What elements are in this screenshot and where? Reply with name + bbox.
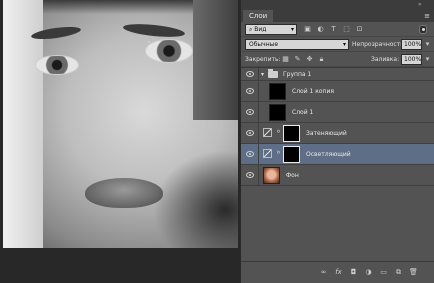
- type-filter-icon[interactable]: T: [329, 25, 338, 34]
- image-filter-icon[interactable]: ▣: [303, 25, 312, 34]
- opacity-value: 100%: [404, 41, 422, 48]
- blend-mode-value: Обычные: [249, 41, 279, 48]
- layer-row[interactable]: Фон: [241, 165, 434, 186]
- lock-image-icon[interactable]: ✎: [293, 55, 302, 64]
- layer-row[interactable]: ᴽ Затеняющий: [241, 123, 434, 144]
- blend-row: Обычные ▾ Непрозрачность: 100% ▾: [241, 37, 434, 52]
- filter-row: ⌕ Вид ▾ ▣ ◐ T ⬚ ⊡: [241, 22, 434, 37]
- layers-list: ▾ Группа 1 Слой 1 копия Слой 1 ᴽ Затеняю…: [241, 67, 434, 261]
- visibility-eye-icon[interactable]: [246, 109, 254, 115]
- lock-label: Закрепить:: [245, 56, 281, 63]
- column-divider: [258, 123, 259, 143]
- filter-kind-select[interactable]: ⌕ Вид ▾: [245, 24, 297, 35]
- layer-mask-thumbnail[interactable]: [283, 146, 300, 163]
- curves-adjustment-icon: [263, 128, 272, 137]
- column-divider: [258, 81, 259, 101]
- opacity-input[interactable]: 100%: [401, 39, 422, 50]
- folder-icon[interactable]: ▭: [379, 268, 388, 277]
- link-icon[interactable]: ∞: [319, 268, 328, 277]
- adjustment-filter-icon[interactable]: ◐: [316, 25, 325, 34]
- panel-titlebar[interactable]: »: [241, 0, 434, 10]
- fill-label: Заливка:: [371, 56, 400, 63]
- visibility-eye-icon[interactable]: [246, 88, 254, 94]
- lock-row: Закрепить: ▦ ✎ ✥ 🔒︎ Заливка: 100% ▾: [241, 52, 434, 67]
- layer-name: Фон: [286, 172, 299, 179]
- chevron-down-icon[interactable]: ▾: [261, 68, 264, 81]
- visibility-eye-icon[interactable]: [246, 151, 254, 157]
- opacity-dropdown-icon[interactable]: ▾: [423, 40, 432, 49]
- mask-icon[interactable]: ◘: [349, 268, 358, 277]
- layer-name: Слой 1: [292, 109, 314, 116]
- lock-transparent-icon[interactable]: ▦: [281, 55, 290, 64]
- visibility-eye-icon[interactable]: [246, 130, 254, 136]
- column-divider: [258, 102, 259, 122]
- fx-button[interactable]: fx: [334, 268, 343, 277]
- tab-layers[interactable]: Слои: [243, 10, 274, 22]
- panel-menu-icon[interactable]: ≡: [424, 12, 430, 20]
- layers-panel: » Слои ≡ ⌕ Вид ▾ ▣ ◐ T ⬚ ⊡ Обычные ▾ Неп…: [240, 0, 434, 283]
- column-divider: [258, 165, 259, 185]
- opacity-label: Непрозрачность:: [352, 41, 406, 48]
- layer-row-selected[interactable]: ᴽ Осветляющий: [241, 144, 434, 165]
- image-shadow: [153, 150, 238, 248]
- layer-thumbnail: [263, 167, 280, 184]
- layer-row[interactable]: Слой 1 копия: [241, 81, 434, 102]
- layer-name: Слой 1 копия: [292, 88, 334, 95]
- chevron-down-icon: ▾: [342, 41, 346, 48]
- visibility-eye-icon[interactable]: [246, 71, 254, 77]
- chain-link-icon[interactable]: ᴽ: [277, 128, 281, 138]
- filter-toggle[interactable]: [419, 25, 427, 34]
- fill-input[interactable]: 100%: [401, 54, 422, 65]
- folder-icon: [268, 69, 278, 78]
- canvas-area[interactable]: [0, 0, 240, 283]
- new-layer-icon[interactable]: ⧉: [394, 268, 403, 277]
- lock-position-icon[interactable]: ✥: [305, 55, 314, 64]
- layer-thumbnail: [269, 83, 286, 100]
- collapse-icon[interactable]: »: [418, 2, 430, 8]
- fill-value: 100%: [404, 56, 422, 63]
- smart-object-filter-icon[interactable]: ⊡: [355, 25, 364, 34]
- blend-mode-select[interactable]: Обычные ▾: [245, 39, 349, 50]
- chain-link-icon[interactable]: ᴽ: [277, 149, 281, 159]
- layer-name: Группа 1: [283, 71, 312, 78]
- layer-name: Затеняющий: [306, 130, 347, 137]
- layer-row[interactable]: Слой 1: [241, 102, 434, 123]
- document-image[interactable]: [3, 0, 238, 248]
- image-hair: [43, 0, 203, 14]
- column-divider: [258, 68, 259, 80]
- chevron-down-icon: ▾: [290, 26, 294, 33]
- lock-all-icon[interactable]: 🔒︎: [317, 55, 326, 64]
- right-eyebrow: [122, 21, 186, 40]
- column-divider: [258, 144, 259, 164]
- panel-tabbar: Слои ≡: [241, 10, 434, 22]
- filter-kind-value: Вид: [254, 26, 267, 33]
- layer-mask-thumbnail[interactable]: [283, 125, 300, 142]
- shape-filter-icon[interactable]: ⬚: [342, 25, 351, 34]
- layers-bottom-toolbar: ∞ fx ◘ ◑ ▭ ⧉ 🗑︎: [241, 261, 434, 283]
- adjustment-icon[interactable]: ◑: [364, 268, 373, 277]
- layer-thumbnail: [269, 104, 286, 121]
- trash-icon[interactable]: 🗑︎: [409, 268, 418, 277]
- image-hair-side: [193, 0, 238, 120]
- left-eye: [35, 55, 79, 75]
- right-eye: [145, 39, 193, 63]
- layer-group[interactable]: ▾ Группа 1: [241, 68, 434, 81]
- visibility-eye-icon[interactable]: [246, 172, 254, 178]
- layer-name: Осветляющий: [306, 151, 351, 158]
- curves-adjustment-icon: [263, 149, 272, 158]
- fill-dropdown-icon[interactable]: ▾: [423, 55, 432, 64]
- lips: [85, 178, 163, 208]
